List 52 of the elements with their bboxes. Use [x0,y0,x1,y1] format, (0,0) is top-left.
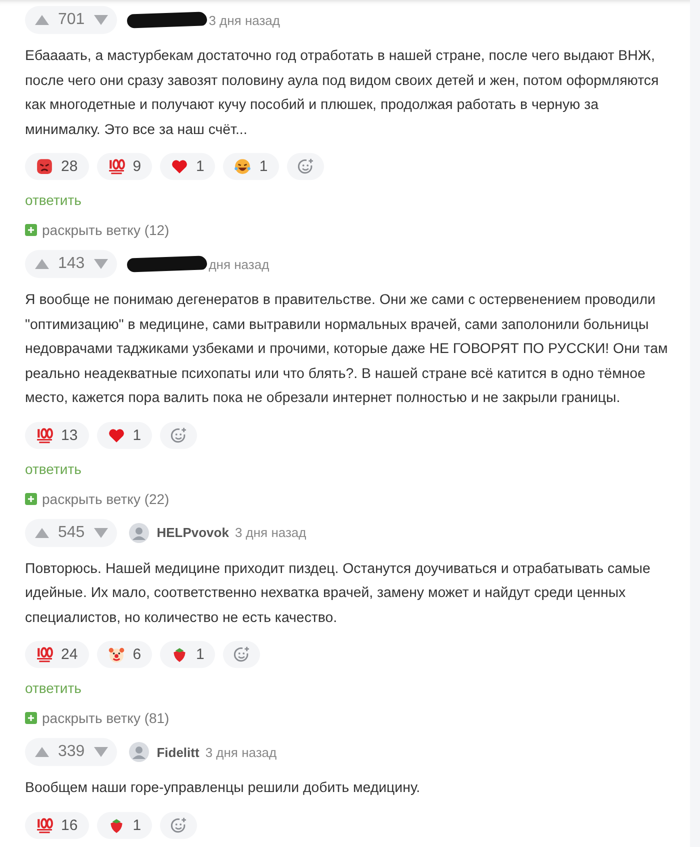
comment-text: Вообщем наши горе-управленцы решили добить медицину. [25,779,420,798]
add-reaction-button[interactable] [160,422,198,448]
strawberry-icon [171,646,188,663]
strawberry-icon [108,816,125,834]
add-reaction-button[interactable] [286,153,324,180]
reaction-button[interactable]: 9 [96,153,152,180]
add-reaction-icon [170,426,188,444]
reaction-button[interactable]: 24 [25,641,89,668]
comment-time: 3 дня назад [208,12,280,28]
rating-count: 143 [58,255,85,273]
reaction-button[interactable]: 1 [160,153,216,180]
comment-text: Ебаааать, а мастурбекам достаточно год отработать в нашей стране, после чего выдают ВНЖ, после чего они сразу завозят половину аула под видом своих детей и жен, потом оформляются как многодетные и получают кучу пособий и плюшек, продолжая работать в черную за минималку. Это все за наш счёт... [25,47,660,140]
expand-plus-icon [25,712,37,724]
comment-time: 3 дня назад [234,525,306,540]
hundred-icon [36,426,53,444]
reaction-button[interactable]: 1 [96,422,152,448]
expand-thread-link[interactable]: раскрыть ветку (81) [25,710,170,726]
rating-count: 701 [58,11,85,29]
reaction-button[interactable]: 16 [25,812,89,838]
comment-time: 3 дня назад [205,744,277,760]
clown-face-icon [108,646,125,663]
heart-icon [108,426,125,444]
add-reaction-icon [296,158,314,175]
heart-icon [171,158,188,175]
add-reaction-icon [170,816,188,834]
reaction-button[interactable]: 13 [25,422,89,448]
reaction-button[interactable]: 6 [96,641,152,668]
reaction-button[interactable]: 1 [96,812,152,838]
reaction-button[interactable]: 1 [223,153,279,180]
author-name[interactable]: Fidelitt [156,744,200,760]
reaction-button[interactable]: 1 [160,641,216,668]
add-reaction-button[interactable] [223,641,260,668]
comment-text: Повторюсь. Нашей медицине приходит пиздец. Останутся доучиваться и отрабатывать самые идейные. Их мало, соответственно нехватка врачей, замену может и найдут среди ценных специалистов, но количество не есть качество. [25,560,652,628]
laughing-face-icon [234,158,252,175]
hundred-icon [36,646,53,663]
expand-plus-icon [25,492,37,504]
author-name[interactable]: HELPvovok [156,525,229,540]
hundred-icon [108,158,125,175]
avatar-icon[interactable] [128,522,149,542]
angry-face-icon [36,158,53,175]
hundred-icon [36,816,53,834]
expand-thread-link[interactable]: раскрыть ветку (12) [25,222,170,238]
comment-time: дня назад [208,256,270,272]
reaction-button[interactable]: 28 [25,153,89,180]
expand-thread-link[interactable]: раскрыть ветку (22) [25,490,170,506]
avatar-icon[interactable] [128,742,149,762]
add-reaction-button[interactable] [160,812,198,838]
add-reaction-icon [233,646,250,663]
comment-text: Я вообще не понимаю дегенератов в правительстве. Они же сами с остервенением проводили "оптимизацию" в медицине, сами вытравили нормальных врачей, сами заполонили больницы недоврачами таджиками узбеками и прочими, которые даже НЕ ГОВОРЯТ ПО РУССКИ! Они там реально неадекватные психопаты или что блять?. В нашей стране всё катится в одно тёмное место, кажется пора валить пока не обрезали интернет полностью и не закрыли границы. [25,291,669,408]
rating-count: 545 [58,524,85,542]
expand-plus-icon [25,224,37,236]
rating-count: 339 [58,743,85,761]
